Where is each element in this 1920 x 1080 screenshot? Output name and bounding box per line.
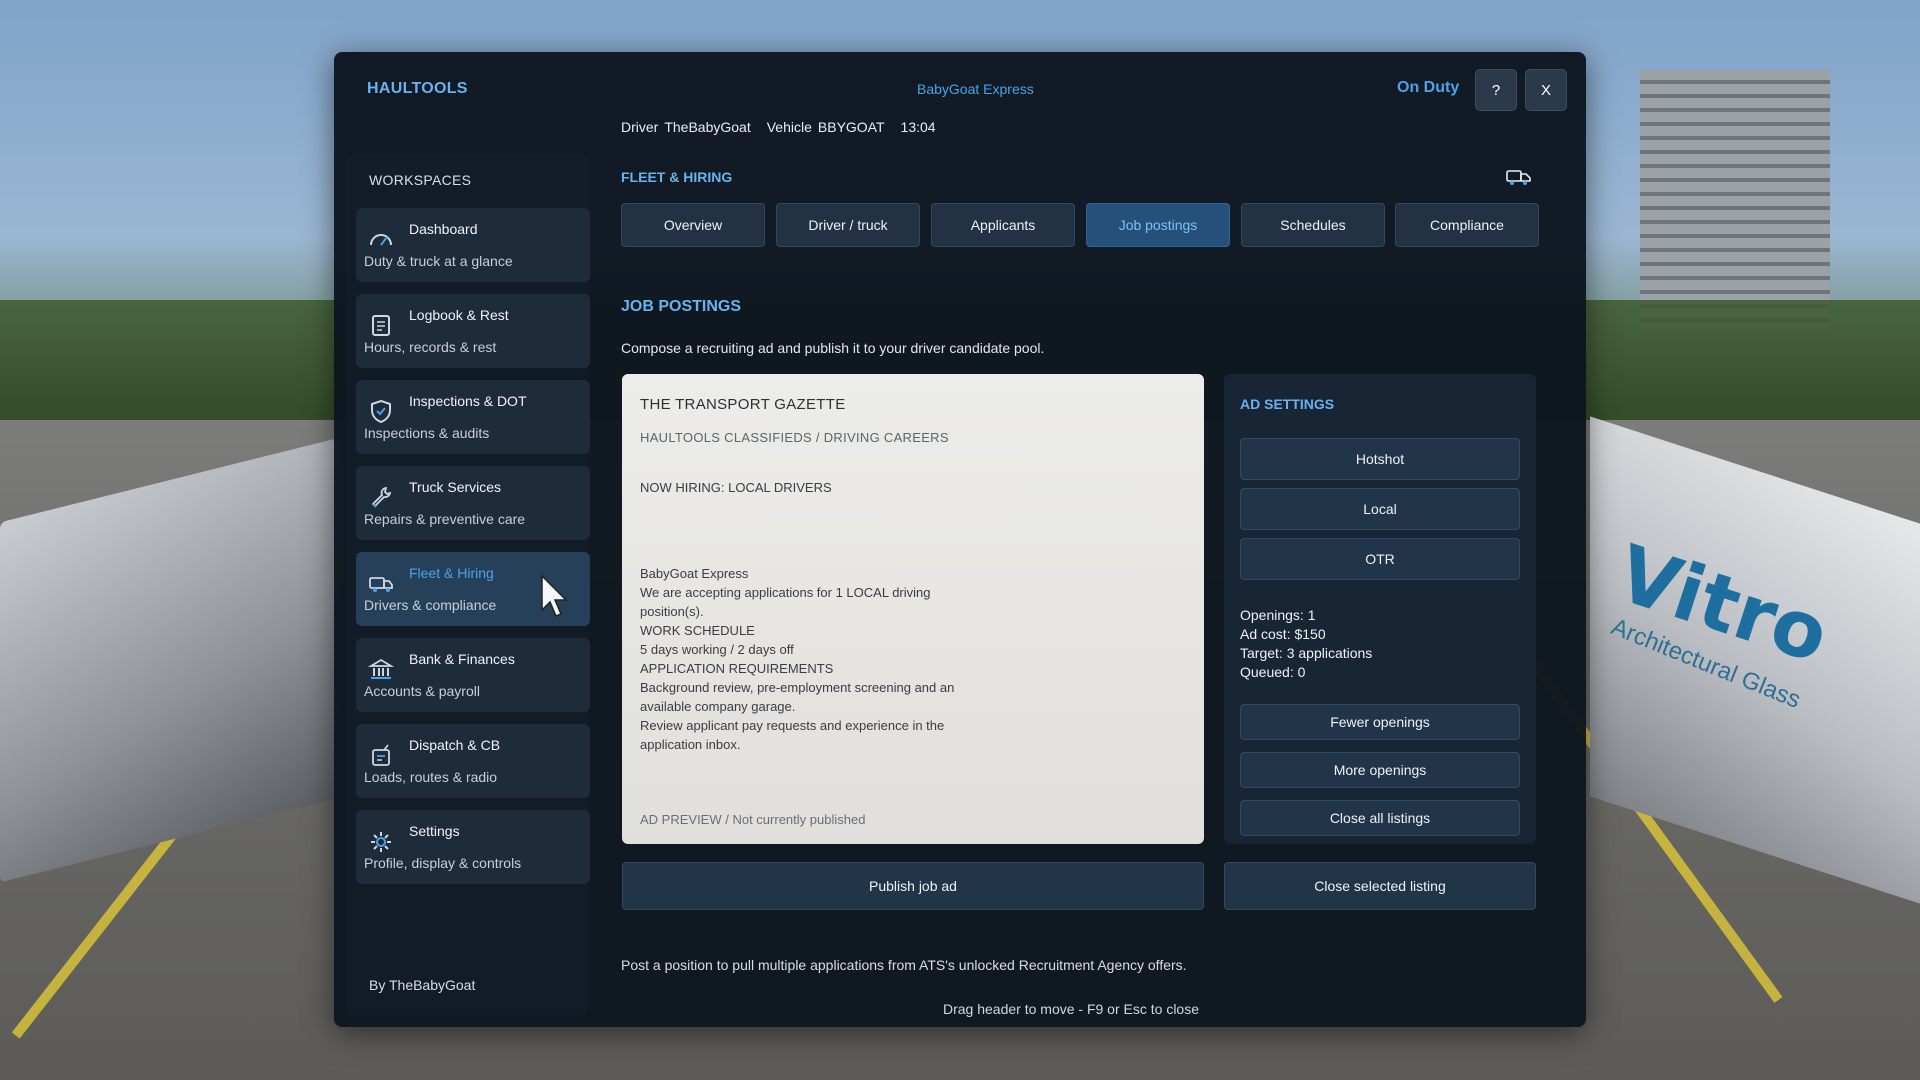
drag-hint: Drag header to move - F9 or Esc to close xyxy=(943,1001,1199,1017)
radio-icon xyxy=(368,742,394,768)
sidebar-item-title: Bank & Finances xyxy=(409,651,515,667)
sidebar-item-title: Dashboard xyxy=(409,221,478,237)
ad-body-line: application inbox. xyxy=(640,737,741,752)
truck-icon xyxy=(1506,167,1532,187)
local-button[interactable]: Local xyxy=(1240,488,1520,530)
ad-preview: THE TRANSPORT GAZETTE HAULTOOLS CLASSIFI… xyxy=(622,374,1204,844)
hotshot-button[interactable]: Hotshot xyxy=(1240,438,1520,480)
sidebar-item-settings[interactable]: Settings Profile, display & controls xyxy=(356,810,590,884)
wrench-icon xyxy=(368,484,394,510)
company-name: BabyGoat Express xyxy=(917,81,1034,97)
sidebar-item-subtitle: Profile, display & controls xyxy=(364,855,522,871)
workspaces-title: WORKSPACES xyxy=(369,172,472,188)
tab-compliance[interactable]: Compliance xyxy=(1395,203,1539,247)
vehicle-value: BBYGOAT xyxy=(817,119,885,135)
more-openings-button[interactable]: More openings xyxy=(1240,752,1520,788)
vehicle-label: Vehicle xyxy=(766,119,812,135)
classifieds-section: HAULTOOLS CLASSIFIEDS / DRIVING CAREERS xyxy=(640,430,949,445)
tab-driver-truck[interactable]: Driver / truck xyxy=(776,203,920,247)
sidebar-item-title: Fleet & Hiring xyxy=(409,565,494,581)
queued-count: Queued: 0 xyxy=(1240,664,1306,680)
ad-body-line: position(s). xyxy=(640,604,704,619)
ad-headline: NOW HIRING: LOCAL DRIVERS xyxy=(640,480,832,495)
ad-cost: Ad cost: $150 xyxy=(1240,626,1326,642)
sidebar-item-inspections[interactable]: Inspections & DOT Inspections & audits xyxy=(356,380,590,454)
ad-body-line: Background review, pre-employment screen… xyxy=(640,680,955,695)
application-target: Target: 3 applications xyxy=(1240,645,1373,661)
shield-check-icon xyxy=(368,398,394,424)
sidebar-item-title: Settings xyxy=(409,823,460,839)
sidebar-item-subtitle: Accounts & payroll xyxy=(364,683,480,699)
publish-job-ad-button[interactable]: Publish job ad xyxy=(622,862,1204,910)
close-all-listings-button[interactable]: Close all listings xyxy=(1240,800,1520,836)
newspaper-name: THE TRANSPORT GAZETTE xyxy=(640,396,846,413)
sidebar-item-subtitle: Drivers & compliance xyxy=(364,597,497,613)
logbook-icon xyxy=(368,312,394,338)
sidebar-item-dashboard[interactable]: Dashboard Duty & truck at a glance xyxy=(356,208,590,282)
background-trailer-left xyxy=(0,437,340,883)
lot-stripe xyxy=(11,701,279,1039)
ad-preview-status: AD PREVIEW / Not currently published xyxy=(640,812,866,827)
driver-info-bar: Driver TheBabyGoat Vehicle BBYGOAT 13:04 xyxy=(621,119,936,135)
background-building xyxy=(1640,70,1830,330)
fewer-openings-button[interactable]: Fewer openings xyxy=(1240,704,1520,740)
sidebar-item-title: Truck Services xyxy=(409,479,502,495)
page-description: Compose a recruiting ad and publish it t… xyxy=(621,340,1045,356)
sidebar-item-bank[interactable]: Bank & Finances Accounts & payroll xyxy=(356,638,590,712)
sidebar-item-title: Logbook & Rest xyxy=(409,307,509,323)
ad-stats: Openings: 1 Ad cost: $150 Target: 3 appl… xyxy=(1240,606,1372,682)
sidebar-item-subtitle: Duty & truck at a glance xyxy=(364,253,513,269)
sidebar-item-dispatch[interactable]: Dispatch & CB Loads, routes & radio xyxy=(356,724,590,798)
tab-schedules[interactable]: Schedules xyxy=(1241,203,1385,247)
tab-applicants[interactable]: Applicants xyxy=(931,203,1075,247)
sidebar-item-subtitle: Inspections & audits xyxy=(364,425,490,441)
sidebar-item-logbook[interactable]: Logbook & Rest Hours, records & rest xyxy=(356,294,590,368)
otr-button[interactable]: OTR xyxy=(1240,538,1520,580)
driver-value: TheBabyGoat xyxy=(664,119,751,135)
sidebar-item-subtitle: Hours, records & rest xyxy=(364,339,497,355)
truck-icon xyxy=(368,570,394,596)
ad-settings-panel: AD SETTINGS Hotshot Local OTR Openings: … xyxy=(1224,374,1536,844)
ad-body: BabyGoat Express We are accepting applic… xyxy=(640,564,1020,754)
sidebar-item-subtitle: Loads, routes & radio xyxy=(364,769,498,785)
ad-body-line: We are accepting applications for 1 LOCA… xyxy=(640,585,931,600)
help-button[interactable]: ? xyxy=(1475,69,1517,111)
gauge-icon xyxy=(368,226,394,252)
footer-note: Post a position to pull multiple applica… xyxy=(621,957,1187,973)
ad-settings-title: AD SETTINGS xyxy=(1240,396,1335,412)
sidebar-item-title: Dispatch & CB xyxy=(409,737,501,753)
driver-label: Driver xyxy=(621,119,659,135)
close-button[interactable]: X xyxy=(1525,69,1567,111)
tab-overview[interactable]: Overview xyxy=(621,203,765,247)
ad-body-line: APPLICATION REQUIREMENTS xyxy=(640,661,834,676)
page-title: JOB POSTINGS xyxy=(621,298,742,315)
author-credit: By TheBabyGoat xyxy=(369,977,476,993)
duty-status: On Duty xyxy=(1397,79,1460,96)
ad-body-line: available company garage. xyxy=(640,699,796,714)
ad-body-line: BabyGoat Express xyxy=(640,566,749,581)
close-selected-listing-button[interactable]: Close selected listing xyxy=(1224,862,1536,910)
ad-body-line: Review applicant pay requests and experi… xyxy=(640,718,945,733)
mouse-cursor-icon xyxy=(540,574,570,620)
ad-body-line: 5 days working / 2 days off xyxy=(640,642,794,657)
haultools-window[interactable]: HAULTOOLS BabyGoat Express On Duty ? X D… xyxy=(334,52,1586,1027)
app-title: HAULTOOLS xyxy=(367,80,468,97)
ad-body-line: WORK SCHEDULE xyxy=(640,623,755,638)
clock: 13:04 xyxy=(900,119,936,135)
bank-icon xyxy=(367,656,395,682)
tab-job-postings[interactable]: Job postings xyxy=(1086,203,1230,247)
openings-count: Openings: 1 xyxy=(1240,607,1316,623)
sidebar-item-subtitle: Repairs & preventive care xyxy=(364,511,526,527)
gear-icon xyxy=(368,828,394,854)
sidebar-item-title: Inspections & DOT xyxy=(409,393,527,409)
sidebar-item-truck-services[interactable]: Truck Services Repairs & preventive care xyxy=(356,466,590,540)
section-title: FLEET & HIRING xyxy=(621,169,733,185)
